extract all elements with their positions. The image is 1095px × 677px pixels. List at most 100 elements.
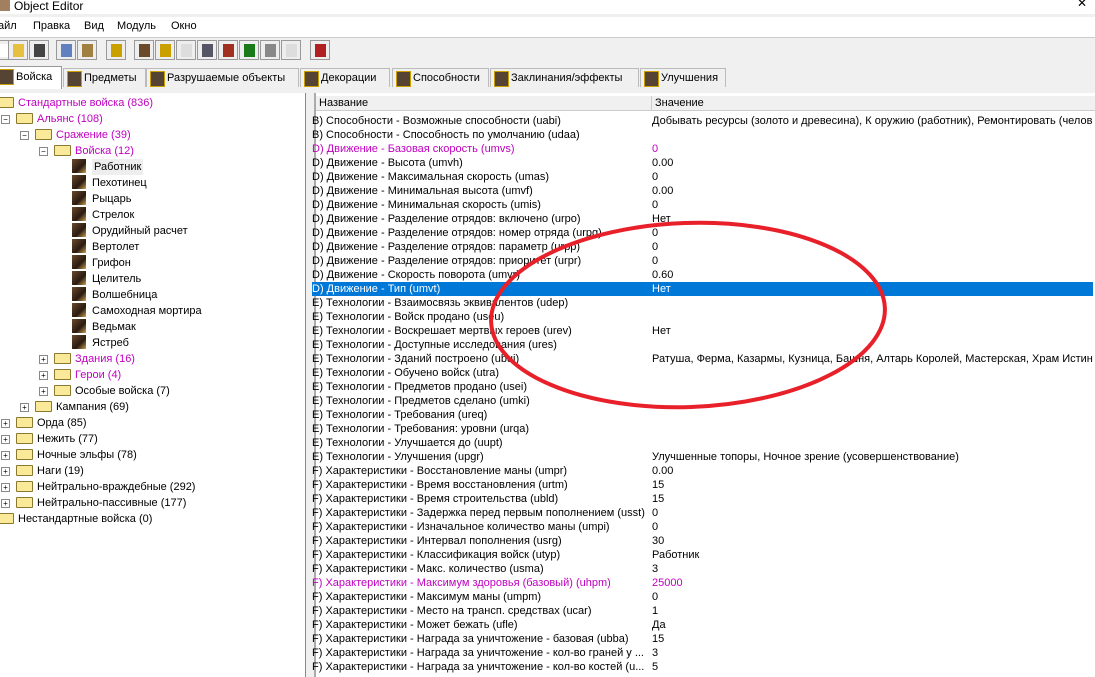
tab-1[interactable]: Предметы (63, 68, 146, 87)
tree-item[interactable]: + Здания (16) (0, 351, 305, 367)
tree-item[interactable]: Нестандартные войска (0) (0, 511, 305, 527)
tree-item[interactable]: Самоходная мортира (0, 303, 305, 319)
sound-button[interactable] (176, 40, 196, 60)
tree-item[interactable]: − Сражение (39) (0, 127, 305, 143)
tree-item[interactable]: Вертолет (0, 239, 305, 255)
column-header-value[interactable]: Значение (652, 96, 1095, 111)
property-row[interactable]: F) Характеристики - Максимум здоровья (б… (312, 576, 1093, 590)
property-row[interactable]: E) Технологии - Требования (ureq) (312, 408, 1093, 422)
check-button[interactable] (310, 40, 330, 60)
paste-button[interactable] (77, 40, 97, 60)
property-row[interactable]: E) Технологии - Войск продано (useu) (312, 310, 1093, 324)
rock-button[interactable] (260, 40, 280, 60)
expand-toggle[interactable]: + (1, 419, 10, 428)
tree-item[interactable]: Грифон (0, 255, 305, 271)
tree-item[interactable]: + Орда (85) (0, 415, 305, 431)
tree-item[interactable]: − Войска (12) (0, 143, 305, 159)
property-row[interactable]: E) Технологии - Взаимосвязь эквивалентов… (312, 296, 1093, 310)
property-row[interactable]: E) Технологии - Воскрешает мертвых герое… (312, 324, 1093, 338)
property-row[interactable]: E) Технологии - Доступные исследования (… (312, 338, 1093, 352)
expand-toggle[interactable]: + (1, 467, 10, 476)
tree-item[interactable]: + Наги (19) (0, 463, 305, 479)
property-row[interactable]: F) Характеристики - Место на трансп. сре… (312, 604, 1093, 618)
property-row[interactable]: D) Движение - Скорость поворота (umvr) 0.… (312, 268, 1093, 282)
property-row[interactable]: E) Технологии - Зданий построено (ubui) Р… (312, 352, 1093, 366)
property-row[interactable]: F) Характеристики - Максимум маны (umpm)… (312, 590, 1093, 604)
property-row[interactable]: F) Характеристики - Награда за уничтожен… (312, 646, 1093, 660)
tree-item[interactable]: Стандартные войска (836) (0, 95, 305, 111)
property-row[interactable]: E) Технологии - Предметов сделано (umki) (312, 394, 1093, 408)
property-row[interactable]: E) Технологии - Улучшения (upgr) Улучшенн… (312, 450, 1093, 464)
property-row[interactable]: D) Движение - Базовая скорость (umvs) 0 (312, 142, 1093, 156)
expand-toggle[interactable]: + (39, 371, 48, 380)
unit-active-button[interactable] (197, 40, 217, 60)
tree-item[interactable]: Ведьмак (0, 319, 305, 335)
tree-item[interactable]: + Нежить (77) (0, 431, 305, 447)
expand-toggle[interactable]: + (1, 435, 10, 444)
property-row[interactable]: E) Технологии - Обучено войск (utra) (312, 366, 1093, 380)
property-row[interactable]: E) Технологии - Требования: уровни (urqa… (312, 422, 1093, 436)
tree-item[interactable]: Пехотинец (0, 175, 305, 191)
property-row[interactable]: F) Характеристики - Макс. количество (us… (312, 562, 1093, 576)
property-row[interactable]: D) Движение - Разделение отрядов: параме… (312, 240, 1093, 254)
tree-item[interactable]: − Альянс (108) (0, 111, 305, 127)
expand-toggle[interactable]: + (39, 387, 48, 396)
open-button[interactable] (8, 40, 28, 60)
property-row[interactable]: D) Движение - Разделение отрядов: включе… (312, 212, 1093, 226)
tree-item[interactable]: Ястреб (0, 335, 305, 351)
tab-2[interactable]: Разрушаемые объекты (146, 68, 299, 87)
menu-item[interactable]: Вид (84, 20, 104, 32)
property-grid[interactable]: Название Значение B) Способности - Возмо… (312, 93, 1095, 677)
menu-item[interactable]: Правка (33, 20, 70, 32)
property-row[interactable]: B) Способности - Возможные способности (… (312, 114, 1093, 128)
terrain-button[interactable] (134, 40, 154, 60)
expand-toggle[interactable]: + (39, 355, 48, 364)
property-row[interactable]: F) Характеристики - Время восстановления… (312, 478, 1093, 492)
tree-item[interactable]: + Кампания (69) (0, 399, 305, 415)
menu-item[interactable]: айл (0, 20, 17, 32)
column-header-name[interactable]: Название (316, 96, 652, 111)
tree-item[interactable]: Волшебница (0, 287, 305, 303)
import-button[interactable] (281, 40, 301, 60)
property-row[interactable]: F) Характеристики - Награда за уничтожен… (312, 632, 1093, 646)
tree-item[interactable]: + Нейтрально-враждебные (292) (0, 479, 305, 495)
menu-item[interactable]: Модуль (117, 20, 156, 32)
expand-toggle[interactable]: + (1, 483, 10, 492)
item-button[interactable] (218, 40, 238, 60)
menu-item[interactable]: Окно (171, 20, 197, 32)
unit-button[interactable] (106, 40, 126, 60)
tab-0[interactable]: Войска (0, 66, 62, 89)
property-row[interactable]: E) Технологии - Улучшается до (uupt) (312, 436, 1093, 450)
tab-4[interactable]: Способности (392, 68, 489, 87)
property-row[interactable]: D) Движение - Тип (umvt) Нет (312, 282, 1093, 296)
expand-toggle[interactable]: + (1, 499, 10, 508)
copy-button[interactable] (56, 40, 76, 60)
property-row[interactable]: D) Движение - Разделение отрядов: приори… (312, 254, 1093, 268)
tree-item[interactable]: Целитель (0, 271, 305, 287)
property-row[interactable]: F) Характеристики - Время строительства … (312, 492, 1093, 506)
property-row[interactable]: D) Движение - Максимальная скорость (uma… (312, 170, 1093, 184)
tree-item[interactable]: Орудийный расчет (0, 223, 305, 239)
tree-item[interactable]: + Особые войска (7) (0, 383, 305, 399)
tree-item[interactable]: + Ночные эльфы (78) (0, 447, 305, 463)
tree-item[interactable]: Стрелок (0, 207, 305, 223)
property-row[interactable]: F) Характеристики - Может бежать (ufle) Д… (312, 618, 1093, 632)
property-row[interactable]: D) Движение - Высота (umvh) 0.00 (312, 156, 1093, 170)
expand-toggle[interactable]: − (20, 131, 29, 140)
property-row[interactable]: D) Движение - Минимальная скорость (umis… (312, 198, 1093, 212)
tiki-button[interactable] (239, 40, 259, 60)
save-button[interactable] (29, 40, 49, 60)
property-row[interactable]: F) Характеристики - Изначальное количест… (312, 520, 1093, 534)
property-row[interactable]: D) Движение - Разделение отрядов: номер … (312, 226, 1093, 240)
tree-item[interactable]: + Нейтрально-пассивные (177) (0, 495, 305, 511)
close-button[interactable]: ✕ (1077, 0, 1087, 10)
expand-toggle[interactable]: − (1, 115, 10, 124)
expand-toggle[interactable]: − (39, 147, 48, 156)
tab-3[interactable]: Декорации (300, 68, 390, 87)
property-row[interactable]: E) Технологии - Предметов продано (usei) (312, 380, 1093, 394)
property-row[interactable]: F) Характеристики - Восстановление маны … (312, 464, 1093, 478)
tab-6[interactable]: Улучшения (640, 68, 726, 87)
tree-item[interactable]: Рыцарь (0, 191, 305, 207)
tree-item[interactable]: Работник (0, 159, 305, 175)
object-tree[interactable]: Стандартные войска (836) − Альянс (108) − Ср… (0, 93, 306, 677)
